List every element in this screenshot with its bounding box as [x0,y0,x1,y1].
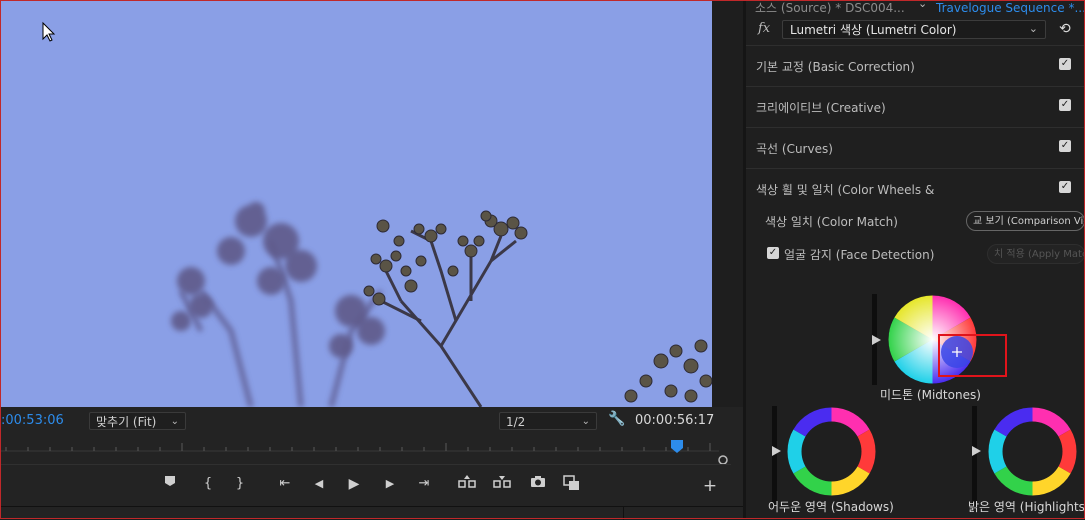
window-frame [0,0,1085,519]
